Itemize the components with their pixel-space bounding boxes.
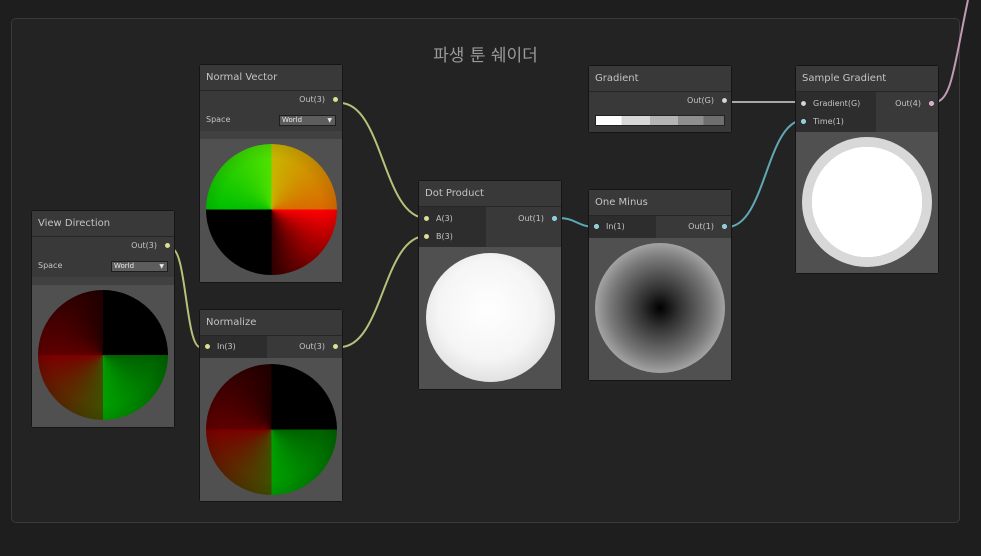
space-dropdown[interactable]: World ▼ bbox=[111, 261, 168, 272]
node-title[interactable]: One Minus bbox=[589, 190, 731, 216]
preview-sphere bbox=[206, 144, 337, 275]
input-port-in[interactable] bbox=[594, 224, 599, 229]
output-port-out[interactable] bbox=[333, 344, 338, 349]
output-port-out[interactable] bbox=[722, 98, 727, 103]
node-dot-product[interactable]: Dot Product A(3) B(3) Out(1) bbox=[419, 181, 561, 389]
output-port-out[interactable] bbox=[333, 97, 338, 102]
gradient-field-row bbox=[589, 110, 731, 132]
node-one-minus[interactable]: One Minus In(1) Out(1) bbox=[589, 190, 731, 380]
dropdown-value: World bbox=[282, 116, 303, 124]
wire-normalize-to-dot-b[interactable] bbox=[339, 235, 427, 348]
node-normalize[interactable]: Normalize In(3) Out(3) bbox=[200, 310, 342, 501]
property-label: Space bbox=[38, 261, 63, 270]
node-normal-vector[interactable]: Normal Vector Out(3) Space World ▼ bbox=[200, 65, 342, 282]
preview-sphere bbox=[595, 243, 725, 373]
port-label: In(3) bbox=[217, 342, 236, 351]
preview-sphere bbox=[802, 137, 932, 267]
preview-area bbox=[419, 247, 561, 389]
dropdown-arrow-icon: ▼ bbox=[327, 117, 332, 124]
node-sample-gradient[interactable]: Sample Gradient Gradient(G) Time(1) Out(… bbox=[796, 66, 938, 273]
port-label: B(3) bbox=[436, 232, 453, 241]
wire-oneminus-to-sample-time[interactable] bbox=[726, 119, 805, 228]
preview-area bbox=[589, 238, 731, 380]
input-port-time[interactable] bbox=[801, 119, 806, 124]
preview-sphere bbox=[426, 253, 555, 382]
property-row: Space World ▼ bbox=[32, 255, 174, 277]
port-label: Out(4) bbox=[895, 99, 921, 108]
port-label: In(1) bbox=[606, 222, 625, 231]
output-port-out[interactable] bbox=[722, 224, 727, 229]
dropdown-arrow-icon: ▼ bbox=[159, 263, 164, 270]
port-label: A(3) bbox=[436, 214, 453, 223]
input-port-in[interactable] bbox=[205, 344, 210, 349]
node-title[interactable]: Sample Gradient bbox=[796, 66, 938, 92]
wire-sample-out[interactable] bbox=[934, 0, 969, 103]
preview-sphere bbox=[38, 290, 168, 420]
output-port-out[interactable] bbox=[165, 243, 170, 248]
port-row: Gradient(G) Time(1) Out(4) bbox=[796, 92, 938, 132]
node-title[interactable]: View Direction bbox=[32, 211, 174, 237]
port-row: In(3) Out(3) bbox=[200, 336, 342, 358]
gradient-field[interactable] bbox=[595, 115, 725, 126]
preview-area bbox=[32, 285, 174, 427]
port-label: Gradient(G) bbox=[813, 99, 861, 108]
output-row: Out(G) bbox=[589, 92, 731, 110]
output-row: Out(3) bbox=[200, 91, 342, 109]
port-label: Out(1) bbox=[518, 214, 544, 223]
output-port-out[interactable] bbox=[929, 101, 934, 106]
port-label: Out(1) bbox=[688, 222, 714, 231]
preview-sphere bbox=[206, 364, 337, 495]
port-label: Out(3) bbox=[299, 95, 325, 104]
dropdown-value: World bbox=[114, 262, 135, 270]
port-row: A(3) B(3) Out(1) bbox=[419, 207, 561, 247]
port-row: In(1) Out(1) bbox=[589, 216, 731, 238]
port-label: Time(1) bbox=[813, 117, 844, 126]
property-label: Space bbox=[206, 115, 231, 124]
node-view-direction[interactable]: View Direction Out(3) Space World ▼ bbox=[32, 211, 174, 427]
input-port-gradient[interactable] bbox=[801, 101, 806, 106]
input-port-b[interactable] bbox=[424, 234, 429, 239]
node-title[interactable]: Gradient bbox=[589, 66, 731, 92]
node-title[interactable]: Dot Product bbox=[419, 181, 561, 207]
input-port-a[interactable] bbox=[424, 216, 429, 221]
output-port-out[interactable] bbox=[552, 216, 557, 221]
port-label: Out(3) bbox=[131, 241, 157, 250]
preview-area bbox=[200, 139, 342, 282]
node-title[interactable]: Normalize bbox=[200, 310, 342, 336]
property-row: Space World ▼ bbox=[200, 109, 342, 131]
wire-view-to-normalize[interactable] bbox=[171, 248, 201, 348]
port-label: Out(3) bbox=[299, 342, 325, 351]
node-gradient[interactable]: Gradient Out(G) bbox=[589, 66, 731, 132]
space-dropdown[interactable]: World ▼ bbox=[279, 115, 336, 126]
node-title[interactable]: Normal Vector bbox=[200, 65, 342, 91]
port-label: Out(G) bbox=[687, 96, 714, 105]
preview-area bbox=[796, 132, 938, 273]
preview-area bbox=[200, 358, 342, 501]
output-row: Out(3) bbox=[32, 237, 174, 255]
wire-normal-to-dot-a[interactable] bbox=[339, 102, 427, 219]
